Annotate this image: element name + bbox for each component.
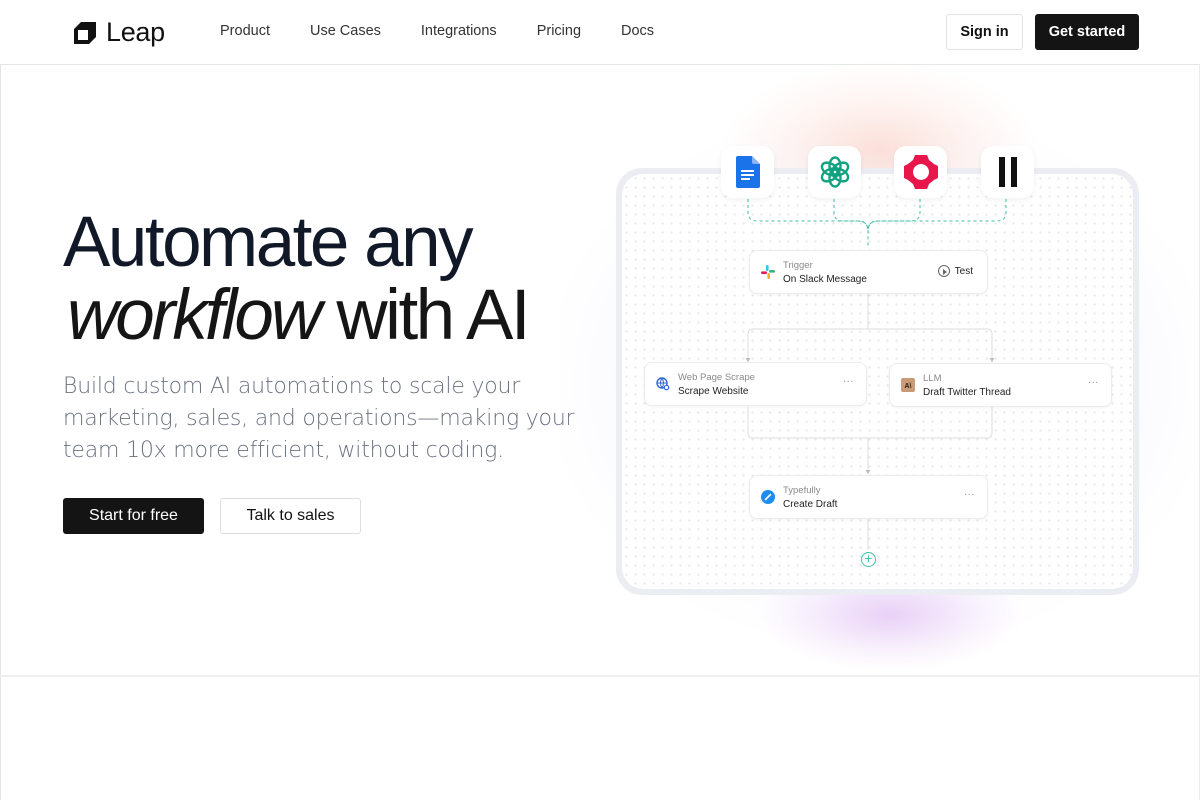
more-options-icon[interactable]: ··· — [843, 377, 854, 388]
llm-node[interactable]: A\ LLM Draft Twitter Thread ··· — [889, 363, 1112, 407]
llm-label: LLM — [923, 373, 942, 384]
nav-docs[interactable]: Docs — [621, 23, 654, 39]
more-options-icon[interactable]: ··· — [1088, 378, 1099, 389]
hero-title-rest: with AI — [336, 276, 530, 355]
pause-bars-icon — [998, 157, 1017, 187]
talk-to-sales-button[interactable]: Talk to sales — [220, 498, 361, 534]
scrape-node[interactable]: Web Page Scrape Scrape Website ··· — [644, 362, 867, 406]
get-started-button[interactable]: Get started — [1035, 14, 1139, 50]
hero-title-italic: workflow — [67, 276, 322, 355]
test-label: Test — [954, 265, 973, 277]
web-scrape-globe-icon — [655, 376, 671, 392]
hero-title: Automate any workflow with AI — [63, 203, 531, 355]
play-icon — [937, 265, 950, 277]
scrape-label: Web Page Scrape — [678, 372, 755, 383]
top-navbar: Leap Product Use Cases Integrations Pric… — [0, 0, 1200, 65]
hero-title-line2: workflow with AI — [63, 276, 531, 355]
logo-text: Leap — [106, 17, 165, 47]
typefully-title: Create Draft — [783, 499, 838, 510]
section-divider — [0, 675, 1200, 677]
nav-use-cases[interactable]: Use Cases — [310, 23, 381, 39]
integration-openai[interactable] — [808, 146, 861, 198]
integration-ring-icon — [903, 155, 938, 189]
leap-logo-icon — [74, 21, 96, 44]
google-docs-icon — [735, 156, 760, 188]
page-border-left — [0, 0, 1, 800]
logo[interactable]: Leap — [72, 17, 165, 48]
integration-pause[interactable] — [981, 146, 1034, 198]
svg-text:A\: A\ — [905, 383, 912, 390]
integration-ring[interactable] — [894, 146, 947, 198]
anthropic-icon: A\ — [900, 377, 916, 393]
start-for-free-button[interactable]: Start for free — [63, 498, 204, 534]
typefully-icon — [760, 489, 776, 505]
llm-title: Draft Twitter Thread — [923, 387, 1011, 398]
scrape-title: Scrape Website — [678, 386, 749, 397]
hero-title-line1: Automate any — [63, 203, 474, 282]
integration-google-docs[interactable] — [721, 146, 774, 198]
add-step-button[interactable]: + — [861, 552, 876, 567]
slack-icon — [760, 264, 776, 280]
nav-product[interactable]: Product — [220, 23, 270, 39]
main-nav: Product Use Cases Integrations Pricing D… — [220, 23, 694, 39]
nav-integrations[interactable]: Integrations — [421, 23, 497, 39]
typefully-label: Typefully — [783, 485, 821, 496]
trigger-node[interactable]: Trigger On Slack Message Test — [749, 250, 988, 294]
more-options-icon[interactable]: ··· — [964, 490, 975, 501]
sign-in-button[interactable]: Sign in — [946, 14, 1023, 50]
typefully-node[interactable]: Typefully Create Draft ··· — [749, 475, 988, 519]
hero-subtitle: Build custom AI automations to scale you… — [63, 374, 575, 463]
test-button[interactable]: Test — [937, 265, 973, 277]
openai-icon — [820, 156, 849, 188]
trigger-label: Trigger — [783, 260, 813, 271]
trigger-title: On Slack Message — [783, 274, 867, 285]
nav-pricing[interactable]: Pricing — [537, 23, 581, 39]
